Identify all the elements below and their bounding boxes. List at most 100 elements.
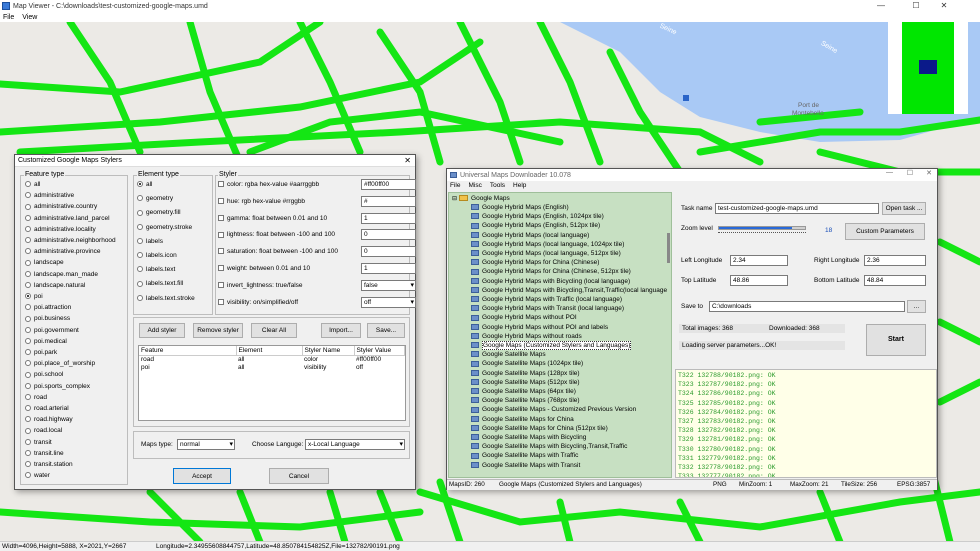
tree-item[interactable]: Google Satellite Maps with Traffic xyxy=(471,451,578,460)
stylers-close-button[interactable]: ✕ xyxy=(404,156,411,165)
clear-all-button[interactable]: Clear All xyxy=(251,323,297,338)
downloader-menu-file[interactable]: File xyxy=(450,182,460,189)
radio-button[interactable] xyxy=(25,270,31,277)
radio-button[interactable] xyxy=(25,338,31,345)
feature-type-option-administrative[interactable]: administrative xyxy=(25,192,74,199)
radio-button[interactable] xyxy=(25,394,31,401)
remove-styler-button[interactable]: Remove styler xyxy=(193,323,243,338)
zoom-slider[interactable] xyxy=(718,226,806,230)
feature-type-option-road-highway[interactable]: road.highway xyxy=(25,416,73,423)
tree-item[interactable]: Google Satellite Maps - Customized Previ… xyxy=(471,405,636,414)
tree-item[interactable]: Google Hybrid Maps with Transit (local l… xyxy=(471,304,624,313)
styler-checkbox[interactable] xyxy=(218,231,224,238)
radio-button[interactable] xyxy=(25,237,31,244)
maps-type-select[interactable]: normal xyxy=(177,439,235,450)
bottom-latitude-input[interactable]: 48.84 xyxy=(864,275,926,286)
save-to-input[interactable]: C:\downloads xyxy=(709,301,905,312)
feature-type-option-poi-school[interactable]: poi.school xyxy=(25,371,63,378)
styler-value-input[interactable]: 0 xyxy=(361,246,416,258)
styler-row[interactable]: lightness: float between -100 and 100 xyxy=(218,231,335,238)
tree-item[interactable]: Google Hybrid Maps with Bicycling (local… xyxy=(471,277,630,286)
tree-item[interactable]: Google Satellite Maps (64px tile) xyxy=(471,387,576,396)
feature-type-option-poi[interactable]: poi xyxy=(25,293,43,300)
close-button[interactable]: ✕ xyxy=(933,0,955,12)
feature-type-option-poi-government[interactable]: poi.government xyxy=(25,327,79,334)
radio-button[interactable] xyxy=(25,226,31,233)
import-button[interactable]: Import... xyxy=(321,323,361,338)
element-type-option-labels-text[interactable]: labels.text xyxy=(137,266,175,273)
language-select[interactable]: x-Local Language xyxy=(305,439,405,450)
feature-type-option-road-local[interactable]: road.local xyxy=(25,427,62,434)
styler-checkbox[interactable] xyxy=(218,181,224,188)
tree-item[interactable]: Google Satellite Maps xyxy=(471,350,546,359)
feature-type-option-administrative-neighborhood[interactable]: administrative.neighborhood xyxy=(25,237,116,244)
element-type-option-geometry-fill[interactable]: geometry.fill xyxy=(137,209,181,216)
maximize-button[interactable]: ☐ xyxy=(905,0,927,12)
tree-item[interactable]: Google Hybrid Maps (local language, 512p… xyxy=(471,249,621,258)
radio-button[interactable] xyxy=(25,192,31,199)
tree-item[interactable]: Google Satellite Maps with Transit xyxy=(471,461,580,470)
radio-button[interactable] xyxy=(137,252,143,259)
downloader-menu-tools[interactable]: Tools xyxy=(490,182,505,189)
styler-value-input[interactable]: 1 xyxy=(361,263,416,274)
tree-item[interactable]: Google Hybrid Maps (local language, 1024… xyxy=(471,240,624,249)
radio-button[interactable] xyxy=(137,280,143,287)
tree-item[interactable]: Google Hybrid Maps for China (Chinese, 5… xyxy=(471,267,631,276)
tree-item[interactable]: Google Satellite Maps for China (512px t… xyxy=(471,424,608,433)
radio-button[interactable] xyxy=(25,382,31,389)
radio-button[interactable] xyxy=(137,181,143,188)
downloader-menu-help[interactable]: Help xyxy=(513,182,526,189)
radio-button[interactable] xyxy=(137,294,143,301)
feature-type-option-poi-business[interactable]: poi.business xyxy=(25,315,70,322)
col-styler-name[interactable]: Styler Name xyxy=(302,346,355,356)
radio-button[interactable] xyxy=(137,238,143,245)
tree-item[interactable]: Google Satellite Maps (128px tile) xyxy=(471,369,580,378)
feature-type-option-landscape[interactable]: landscape xyxy=(25,259,64,266)
radio-button[interactable] xyxy=(25,282,31,289)
download-log[interactable]: T322 132788/90182.png: OK T323 132787/901… xyxy=(675,369,937,478)
downloader-minimize-button[interactable]: — xyxy=(886,169,893,176)
radio-button[interactable] xyxy=(25,293,31,300)
tree-item[interactable]: Google Hybrid Maps without POI and label… xyxy=(471,323,608,332)
downloader-maximize-button[interactable]: ☐ xyxy=(907,169,913,177)
radio-button[interactable] xyxy=(25,461,31,468)
radio-button[interactable] xyxy=(137,209,143,216)
feature-type-option-transit[interactable]: transit xyxy=(25,439,52,446)
styler-value-input[interactable]: #ff00ff00 xyxy=(361,179,416,190)
overview-panel[interactable] xyxy=(888,22,968,114)
tree-item[interactable]: Google Hybrid Maps without POI xyxy=(471,313,577,322)
tree-item[interactable]: Google Hybrid Maps with Traffic (local l… xyxy=(471,295,622,304)
feature-type-option-administrative-country[interactable]: administrative.country xyxy=(25,203,97,210)
radio-button[interactable] xyxy=(25,360,31,367)
table-row[interactable]: poi all visibility off xyxy=(139,363,405,371)
col-element[interactable]: Element xyxy=(236,346,303,356)
radio-button[interactable] xyxy=(25,450,31,457)
styler-checkbox[interactable] xyxy=(218,265,224,272)
styler-row[interactable]: gamma: float between 0.01 and 10 xyxy=(218,215,327,222)
radio-button[interactable] xyxy=(25,304,31,311)
element-type-option-labels-text-stroke[interactable]: labels.text.stroke xyxy=(137,295,195,302)
radio-button[interactable] xyxy=(25,248,31,255)
styler-row[interactable]: color: rgba hex-value #aarrggbb xyxy=(218,181,319,188)
tree-item[interactable]: Google Hybrid Maps (local language) xyxy=(471,231,589,240)
feature-type-option-landscape-natural[interactable]: landscape.natural xyxy=(25,282,85,289)
accept-button[interactable]: Accept xyxy=(173,468,231,484)
cancel-button[interactable]: Cancel xyxy=(269,468,329,484)
tree-item[interactable]: Google Hybrid Maps without roads xyxy=(471,332,582,341)
radio-button[interactable] xyxy=(25,416,31,423)
menu-view[interactable]: View xyxy=(22,14,37,21)
styler-value-select[interactable]: false xyxy=(361,279,416,291)
styler-checkbox[interactable] xyxy=(218,214,224,221)
radio-button[interactable] xyxy=(25,427,31,434)
radio-button[interactable] xyxy=(25,203,31,210)
styler-checkbox[interactable] xyxy=(218,282,224,289)
tree-item[interactable]: Google Hybrid Maps for China (Chinese) xyxy=(471,258,599,267)
tree-item[interactable]: Google Satellite Maps (512px tile) xyxy=(471,378,580,387)
tree-item[interactable]: Google Hybrid Maps (English, 512px tile) xyxy=(471,221,600,230)
downloader-menu-misc[interactable]: Misc xyxy=(468,182,481,189)
feature-type-option-all[interactable]: all xyxy=(25,181,41,188)
radio-button[interactable] xyxy=(25,181,31,188)
feature-type-option-poi-medical[interactable]: poi.medical xyxy=(25,338,67,345)
element-type-option-labels-icon[interactable]: labels.icon xyxy=(137,252,177,259)
radio-button[interactable] xyxy=(25,315,31,322)
